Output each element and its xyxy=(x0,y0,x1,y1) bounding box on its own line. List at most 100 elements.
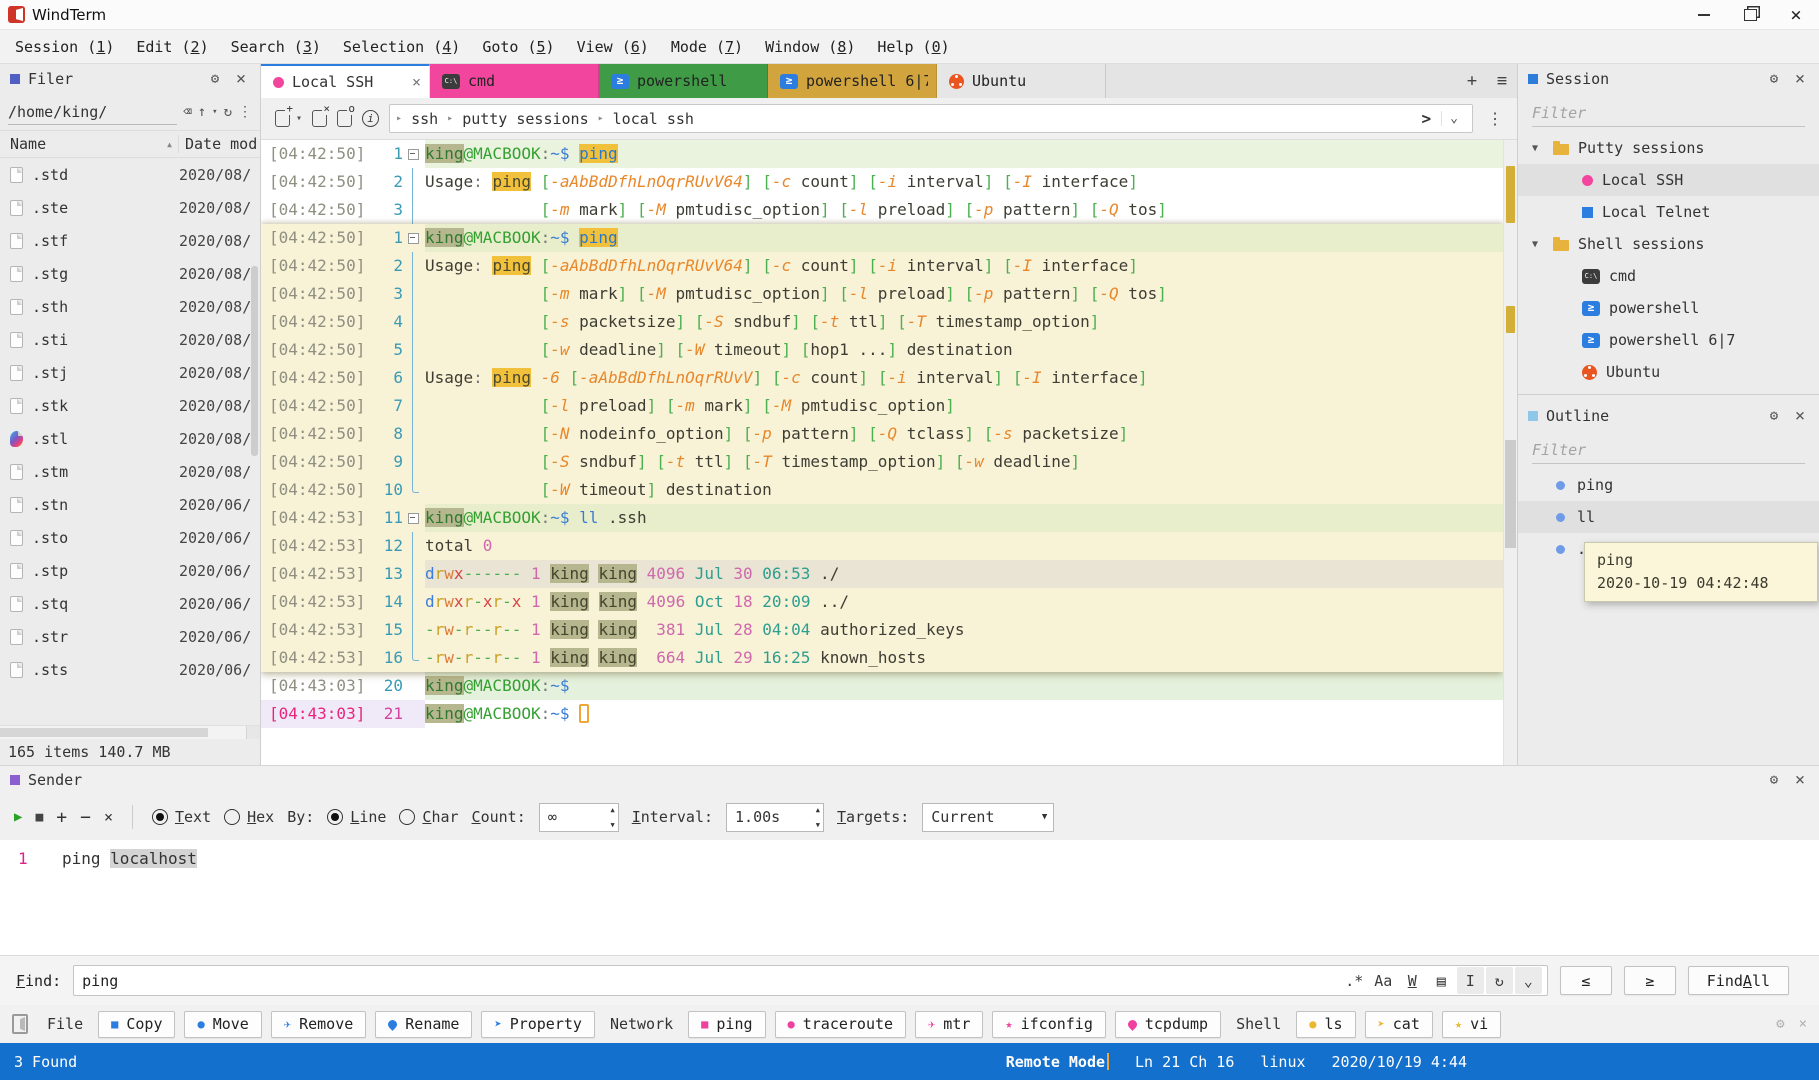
terminal-row[interactable]: [04:42:50] 1 king@MACBOOK:~$ ping xyxy=(261,140,1503,168)
menu-view[interactable]: View (6) xyxy=(566,38,660,56)
copy-button[interactable]: ■ Copy xyxy=(98,1010,176,1038)
terminal-vertical-scrollbar[interactable] xyxy=(1503,140,1517,765)
session-info-icon[interactable]: i xyxy=(362,110,380,127)
collapse-arrow-icon[interactable]: ▼ xyxy=(1532,239,1544,250)
new-session-icon[interactable] xyxy=(275,102,294,127)
remove-line-button[interactable]: − xyxy=(80,807,91,828)
file-row[interactable]: .ste 2020/08/ xyxy=(0,191,260,224)
outline-settings-icon[interactable]: ⚙ xyxy=(1765,408,1783,424)
filer-close-icon[interactable]: × xyxy=(232,69,250,89)
terminal-row[interactable]: [04:42:53] 13 drwx------ 1 king king 4096 … xyxy=(261,560,1503,588)
file-row[interactable]: .sti 2020/08/ xyxy=(0,323,260,356)
traceroute-button[interactable]: ● traceroute xyxy=(774,1010,907,1038)
session-item-ubuntu[interactable]: Ubuntu xyxy=(1518,356,1819,388)
terminal-row[interactable]: [04:42:50] 5 [-w deadline] [-W timeout] [… xyxy=(261,336,1503,364)
filer-menu-icon[interactable]: ⋮ xyxy=(238,104,252,120)
new-tab-button[interactable]: + xyxy=(1457,64,1487,98)
file-row[interactable]: .sts 2020/06/ xyxy=(0,653,260,686)
terminal-row[interactable]: [04:42:50] 3 [-m mark] [-M pmtudisc_optio… xyxy=(261,196,1503,224)
menu-session[interactable]: Session (1) xyxy=(4,38,125,56)
filer-horizontal-scrollbar[interactable] xyxy=(0,725,260,739)
remove-button[interactable]: ✈ Remove xyxy=(270,1010,367,1038)
regex-icon[interactable]: .* xyxy=(1341,967,1368,994)
terminal-content[interactable]: [04:42:50] 1 king@MACBOOK:~$ ping [04:42:50… xyxy=(261,140,1503,765)
menu-edit[interactable]: Edit (2) xyxy=(125,38,219,56)
match-case-icon[interactable]: Aa xyxy=(1370,967,1397,994)
session-item-powershell[interactable]: ≥ powershell xyxy=(1518,292,1819,324)
file-row[interactable]: .stq 2020/06/ xyxy=(0,587,260,620)
whole-word-icon[interactable]: W xyxy=(1399,967,1426,994)
menu-window[interactable]: Window (8) xyxy=(754,38,866,56)
filer-settings-icon[interactable]: ⚙ xyxy=(206,71,224,87)
text-radio[interactable]: Text xyxy=(151,808,211,826)
session-breadcrumb-box[interactable]: ▸ ssh ▸ putty sessions ▸ local ssh > ⌄ xyxy=(389,104,1473,133)
session-close-icon[interactable]: × xyxy=(1791,69,1809,89)
count-stepper[interactable]: ∞ ▲ ▼ xyxy=(538,802,619,832)
filer-column-name[interactable]: Name ▲ xyxy=(0,135,178,153)
file-row[interactable]: .stm 2020/08/ xyxy=(0,455,260,488)
vi-button[interactable]: ★ vi xyxy=(1441,1010,1502,1038)
send-play-button[interactable]: ▶ xyxy=(14,809,22,825)
interval-stepper[interactable]: 1.00s ▲ ▼ xyxy=(726,802,825,832)
tab-powershell-6-7[interactable]: ≥ powershell 6|7 xyxy=(768,64,937,98)
in-selection-icon[interactable]: ▤ xyxy=(1428,967,1455,994)
sender-script-area[interactable]: 1 ping localhost xyxy=(0,840,1819,955)
ping-button[interactable]: ■ ping xyxy=(688,1010,766,1038)
collapse-arrow-icon[interactable]: ▼ xyxy=(1532,143,1544,154)
terminal-row[interactable]: [04:42:50] 1 king@MACBOOK:~$ ping xyxy=(261,224,1503,252)
breadcrumb-item[interactable]: ssh xyxy=(411,110,438,128)
outline-filter-input[interactable] xyxy=(1532,436,1805,464)
file-row[interactable]: .sth 2020/08/ xyxy=(0,290,260,323)
file-row[interactable]: .str 2020/06/ xyxy=(0,620,260,653)
toolbar-panel-icon[interactable] xyxy=(12,1014,28,1034)
session-item-local-ssh[interactable]: Local SSH xyxy=(1518,164,1819,196)
terminal-menu-icon[interactable]: ⋮ xyxy=(1483,109,1507,128)
line-radio[interactable]: Line xyxy=(327,808,386,826)
menu-selection[interactable]: Selection (4) xyxy=(332,38,471,56)
cat-button[interactable]: ➤ cat xyxy=(1364,1010,1433,1038)
property-button[interactable]: ➤ Property xyxy=(481,1010,595,1038)
clear-path-icon[interactable]: ⌫ xyxy=(183,104,191,120)
rename-button[interactable]: Rename xyxy=(375,1010,473,1038)
terminal-row[interactable]: [04:42:53] 11 king@MACBOOK:~$ ll .ssh xyxy=(261,504,1503,532)
tab-powershell[interactable]: ≥ powershell xyxy=(599,64,768,98)
terminal-row[interactable]: [04:42:53] 12 total 0 xyxy=(261,532,1503,560)
terminal-row[interactable]: [04:42:50] 6 Usage: ping -6 [-aAbBdDfhLnOq… xyxy=(261,364,1503,392)
mtr-button[interactable]: ✈ mtr xyxy=(915,1010,984,1038)
outline-close-icon[interactable]: × xyxy=(1791,406,1809,426)
find-next-button[interactable]: ≥ xyxy=(1623,966,1676,995)
file-row[interactable]: .stp 2020/06/ xyxy=(0,554,260,587)
maximize-button[interactable] xyxy=(1727,0,1773,29)
tab-close-icon[interactable]: × xyxy=(412,73,421,91)
ls-button[interactable]: ● ls xyxy=(1296,1010,1356,1038)
find-all-button[interactable]: Find All xyxy=(1687,966,1789,995)
detach-session-icon[interactable] xyxy=(337,102,357,127)
filer-column-date[interactable]: Date mod xyxy=(178,135,260,153)
toolbar-settings-icon[interactable]: ⚙ xyxy=(1776,1016,1784,1032)
close-session-icon[interactable] xyxy=(312,102,332,127)
session-item-local-telnet[interactable]: Local Telnet xyxy=(1518,196,1819,228)
terminal-row[interactable]: [04:42:50] 10 [-W timeout] destination xyxy=(261,476,1503,504)
terminal-row[interactable]: [04:42:50] 9 [-S sndbuf] [-t ttl] [-T tim… xyxy=(261,448,1503,476)
terminal-row[interactable]: [04:42:50] 8 [-N nodeinfo_option] [-p pat… xyxy=(261,420,1503,448)
sender-script-line[interactable]: 1 ping localhost xyxy=(0,840,1819,872)
terminal-row[interactable]: [04:43:03] 21 king@MACBOOK:~$ xyxy=(261,700,1503,728)
new-session-dropdown-icon[interactable]: ▾ xyxy=(296,113,302,124)
menu-help[interactable]: Help (0) xyxy=(866,38,960,56)
tab-ubuntu[interactable]: Ubuntu xyxy=(937,64,1106,98)
clear-button[interactable]: × xyxy=(104,808,113,826)
ifconfig-button[interactable]: ★ ifconfig xyxy=(992,1010,1106,1038)
sender-settings-icon[interactable]: ⚙ xyxy=(1765,772,1783,788)
filer-vertical-scrollbar[interactable] xyxy=(251,266,258,456)
terminal-row[interactable]: [04:42:53] 16 -rw-r--r-- 1 king king 664 J… xyxy=(261,644,1503,672)
close-window-button[interactable]: × xyxy=(1773,0,1819,29)
file-row[interactable]: .std 2020/08/ xyxy=(0,158,260,191)
toolbar-close-icon[interactable]: × xyxy=(1799,1016,1807,1032)
tcpdump-button[interactable]: tcpdump xyxy=(1114,1010,1222,1038)
tab-list-button[interactable]: ≡ xyxy=(1487,64,1517,98)
terminal-row[interactable]: [04:42:50] 3 [-m mark] [-M pmtudisc_optio… xyxy=(261,280,1503,308)
menu-mode[interactable]: Mode (7) xyxy=(660,38,754,56)
session-settings-icon[interactable]: ⚙ xyxy=(1765,71,1783,87)
menu-search[interactable]: Search (3) xyxy=(220,38,332,56)
wrap-around-icon[interactable]: ↻ xyxy=(1485,967,1513,994)
